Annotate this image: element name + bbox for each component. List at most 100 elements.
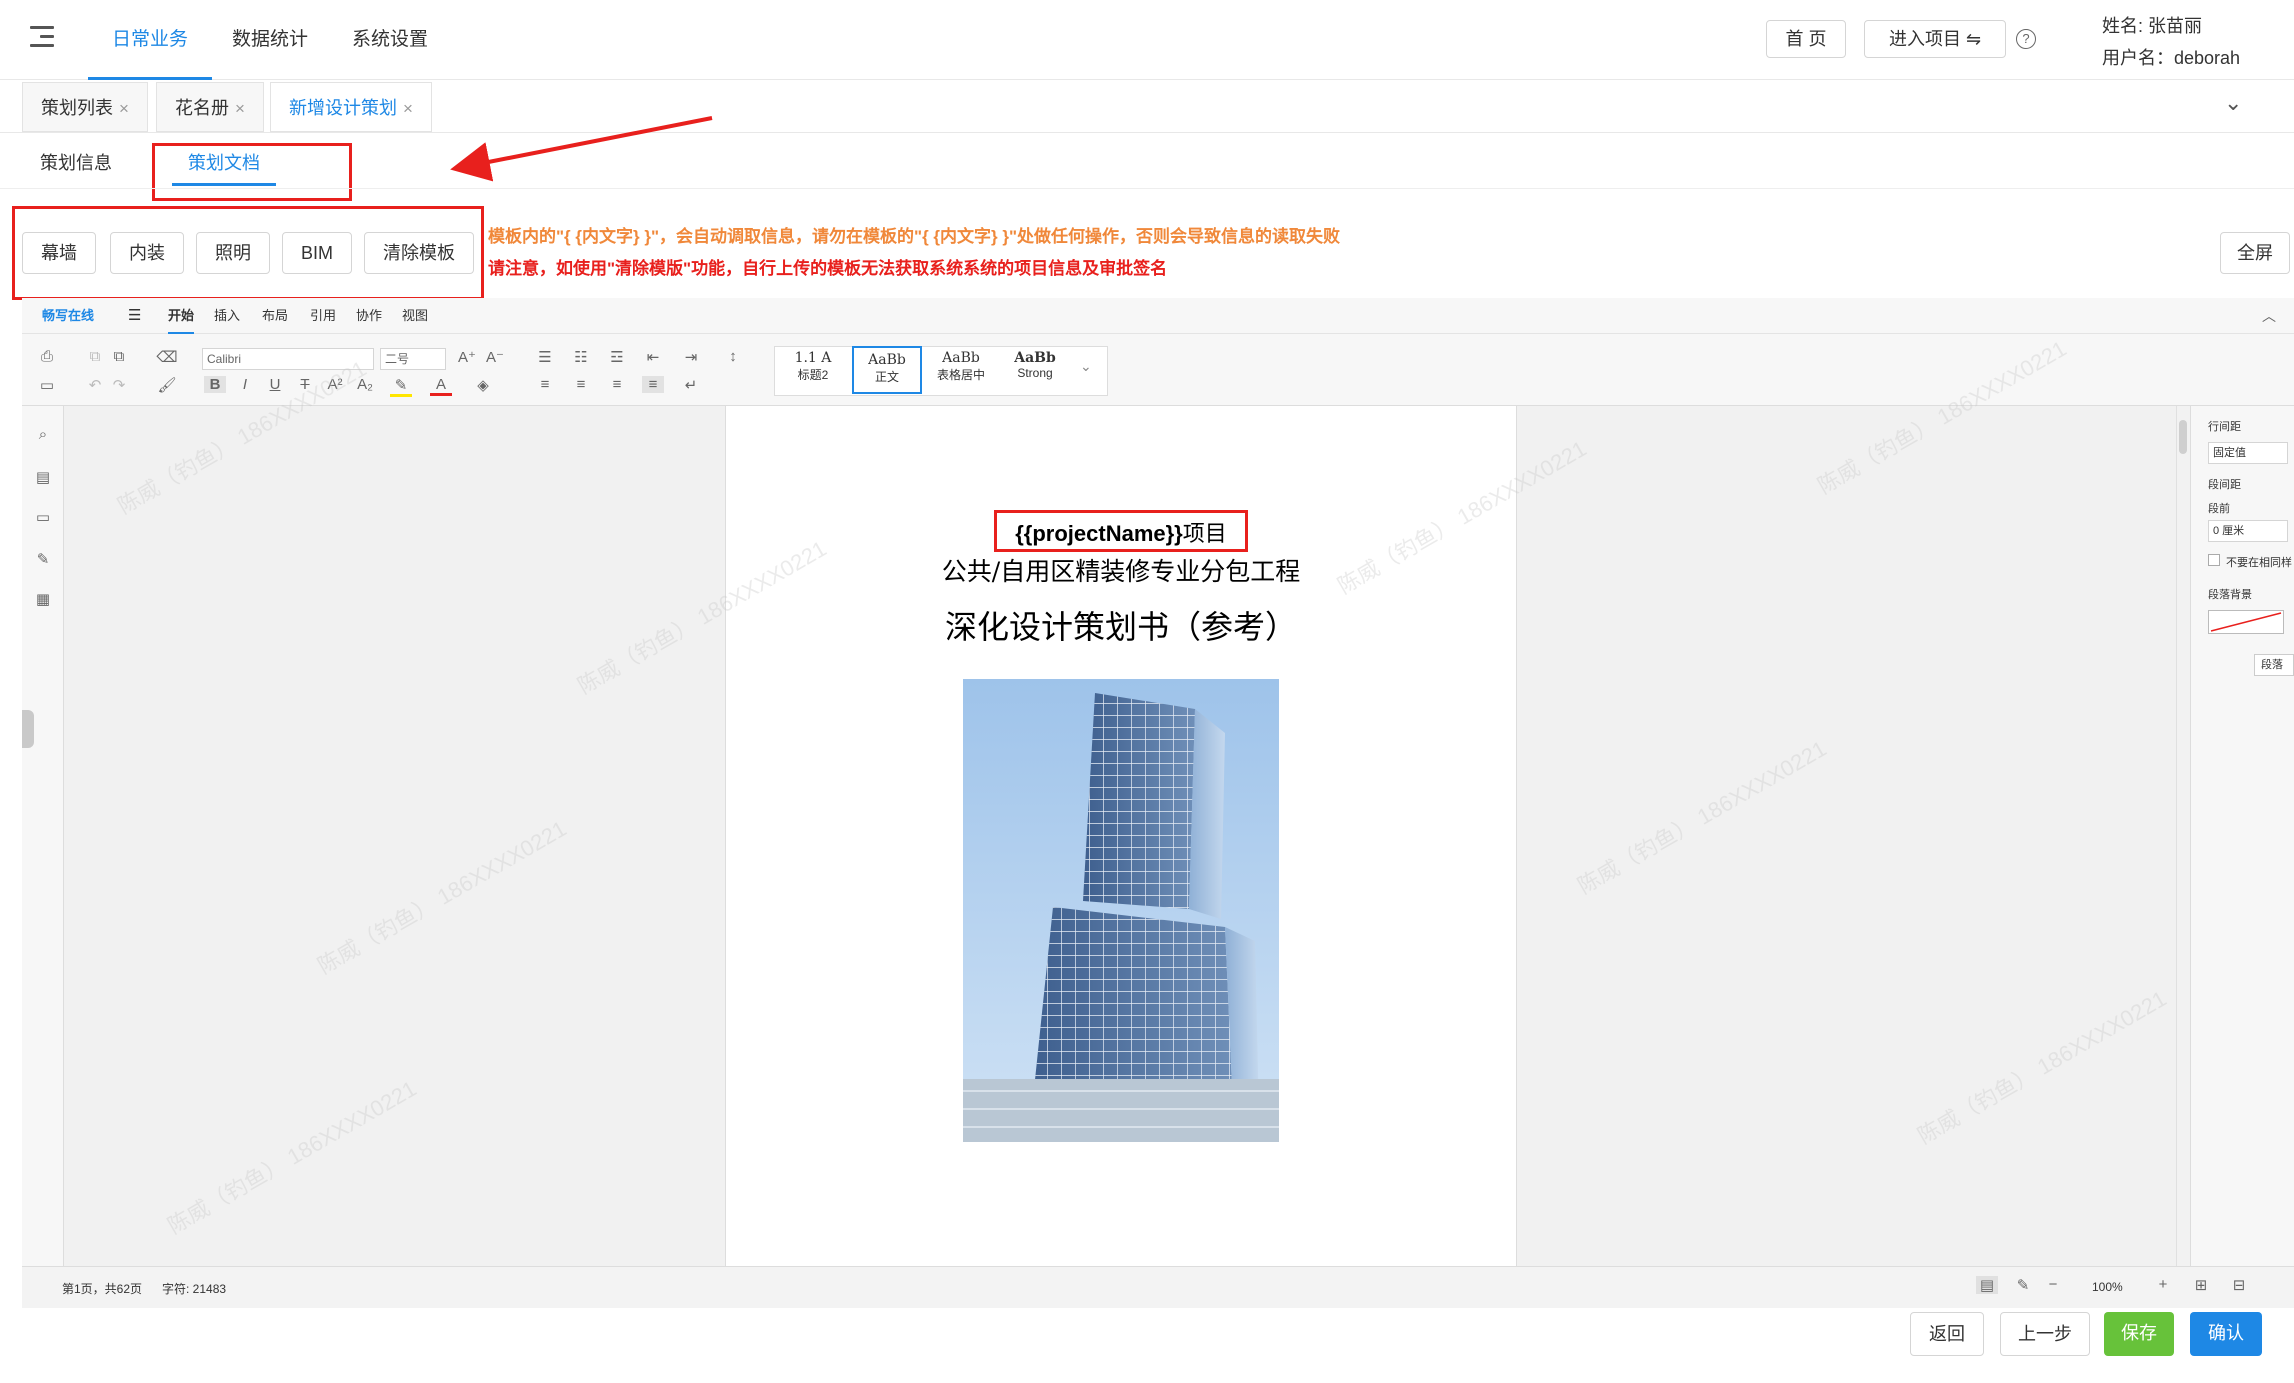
no-space-label: 不要在相同样 — [2226, 557, 2292, 569]
menu-collab[interactable]: 协作 — [356, 298, 382, 334]
number-list-icon[interactable]: ☷ — [570, 348, 592, 366]
outline-icon[interactable]: ▤ — [30, 468, 56, 486]
annotation-box-placeholder — [994, 510, 1248, 552]
bullet-list-icon[interactable]: ☰ — [534, 348, 556, 366]
style-preview: AaBb — [942, 350, 980, 366]
template-bim-button[interactable]: BIM — [282, 232, 353, 274]
save-icon[interactable]: ▭ — [36, 376, 58, 394]
menu-reference[interactable]: 引用 — [310, 298, 336, 334]
template-note-2: 请注意，如使用"清除模版"功能，自行上传的模板无法获取系统系统的项目信息及审批签… — [488, 259, 1168, 278]
style-table-center[interactable]: AaBb 表格居中 — [926, 346, 996, 394]
save-button[interactable]: 保存 — [2104, 1312, 2174, 1356]
font-size-select[interactable]: 二号 — [380, 348, 446, 370]
edit-icon[interactable]: ✎ — [30, 550, 56, 568]
style-preview: 1.1 A — [794, 350, 832, 366]
editor-toolbar — [22, 334, 2294, 406]
para-spacing-label: 段间距 — [2208, 479, 2241, 491]
confirm-button[interactable]: 确认 — [2190, 1312, 2262, 1356]
align-right-icon[interactable]: ≡ — [606, 376, 628, 393]
rail-collapse-handle[interactable] — [22, 710, 34, 748]
style-preview: AaBb — [868, 352, 906, 368]
editor-left-rail — [22, 406, 64, 1266]
style-name: 表格居中 — [936, 368, 985, 382]
collapse-ribbon-icon[interactable]: ︿ — [2262, 306, 2276, 326]
undo-icon[interactable]: ↶ — [84, 376, 106, 394]
no-space-checkbox[interactable] — [2208, 554, 2220, 566]
copy-icon[interactable]: ⧉ — [84, 348, 106, 365]
paragraph-mark-icon[interactable]: ↵ — [680, 376, 702, 394]
shading-label: 段落背景 — [2208, 589, 2252, 601]
style-name: Strong — [1017, 366, 1053, 380]
line-spacing-label: 行间距 — [2208, 421, 2241, 433]
shading-icon[interactable]: ◈ — [472, 376, 494, 394]
menu-insert[interactable]: 插入 — [214, 298, 240, 334]
fullscreen-button[interactable]: 全屏 — [2220, 232, 2290, 274]
align-center-icon[interactable]: ≡ — [570, 376, 592, 393]
line-spacing-icon[interactable]: ↕ — [722, 348, 744, 365]
line-spacing-select[interactable]: 固定值 — [2208, 442, 2288, 464]
style-name: 标题2 — [797, 368, 829, 382]
shading-color-picker[interactable] — [2208, 610, 2284, 634]
font-shrink-icon[interactable]: A⁻ — [484, 348, 506, 366]
font-color-icon[interactable]: A — [430, 376, 452, 396]
superscript-icon[interactable]: A² — [324, 376, 346, 393]
style-name: 正文 — [874, 370, 899, 384]
scrollbar-thumb[interactable] — [2179, 420, 2187, 454]
indent-icon[interactable]: ⇥ — [680, 348, 702, 366]
align-justify-icon[interactable]: ≡ — [642, 376, 664, 393]
search-icon[interactable]: ⌕ — [30, 426, 56, 443]
multilevel-list-icon[interactable]: ☲ — [606, 348, 628, 366]
style-heading2[interactable]: 1.1 A 标题2 — [778, 346, 848, 394]
fit-width-icon[interactable]: ⊟ — [2228, 1276, 2250, 1294]
style-preview: AaBb — [1014, 350, 1056, 366]
zoom-in-icon[interactable]: + — [2152, 1276, 2174, 1293]
font-family-select[interactable]: Calibri — [202, 348, 374, 370]
prev-step-button[interactable]: 上一步 — [2000, 1312, 2090, 1356]
editor-brand: 畅写在线 — [42, 308, 95, 323]
building-image — [963, 679, 1279, 1142]
fit-page-icon[interactable]: ⊞ — [2190, 1276, 2212, 1294]
template-interior-button[interactable]: 内装 — [110, 232, 184, 274]
font-grow-icon[interactable]: A⁺ — [456, 348, 478, 366]
word-count: 字符: 21483 — [162, 1282, 227, 1296]
menu-home[interactable]: 开始 — [168, 298, 195, 334]
format-painter-icon[interactable]: 🖌 — [156, 376, 178, 394]
page-count: 第1页，共62页 — [62, 1282, 143, 1296]
eraser-icon[interactable]: ⌫ — [156, 348, 178, 366]
style-normal[interactable]: AaBb 正文 — [852, 346, 922, 394]
menu-layout[interactable]: 布局 — [262, 298, 288, 334]
before-spacing-input[interactable]: 0 厘米 — [2208, 520, 2288, 542]
editor-scrollbar[interactable] — [2176, 406, 2190, 1266]
zoom-out-icon[interactable]: − — [2042, 1276, 2064, 1293]
print-icon[interactable]: ⎙ — [36, 348, 58, 365]
before-label: 段前 — [2208, 503, 2230, 515]
underline-icon[interactable]: U — [264, 376, 286, 393]
style-gallery-expand-icon[interactable]: ⌄ — [1080, 358, 1092, 375]
bold-icon[interactable]: B — [204, 376, 226, 393]
editor-menu-icon[interactable]: ☰ — [128, 298, 141, 334]
highlight-icon[interactable]: ✎ — [390, 376, 412, 397]
template-curtain-wall-button[interactable]: 幕墙 — [22, 232, 96, 274]
style-strong[interactable]: AaBb Strong — [1000, 346, 1070, 394]
outdent-icon[interactable]: ⇤ — [642, 348, 664, 366]
back-button[interactable]: 返回 — [1910, 1312, 1984, 1356]
menu-view[interactable]: 视图 — [402, 298, 428, 334]
zoom-level: 100% — [2092, 1280, 2123, 1294]
clear-template-button[interactable]: 清除模板 — [364, 232, 474, 274]
redo-icon[interactable]: ↷ — [108, 376, 130, 394]
doc-title[interactable]: 深化设计策划书（参考） — [725, 602, 1517, 648]
print-layout-icon[interactable]: ▤ — [1976, 1276, 1998, 1294]
review-icon[interactable]: ▦ — [30, 590, 56, 608]
doc-subtitle[interactable]: 公共/自用区精装修专业分包工程 — [725, 552, 1517, 588]
paragraph-settings-button[interactable]: 段落 — [2254, 654, 2294, 676]
subscript-icon[interactable]: A₂ — [354, 376, 376, 393]
paste-icon[interactable]: ⧉ — [108, 348, 130, 365]
align-left-icon[interactable]: ≡ — [534, 376, 556, 393]
comment-icon[interactable]: ▭ — [30, 508, 56, 526]
editor-statusbar — [22, 1266, 2294, 1308]
italic-icon[interactable]: I — [234, 376, 256, 393]
template-lighting-button[interactable]: 照明 — [196, 232, 270, 274]
edit-mode-icon[interactable]: ✎ — [2012, 1276, 2034, 1294]
strikethrough-icon[interactable]: T — [294, 376, 316, 393]
template-note-1: 模板内的"{ {内文字} }"，会自动调取信息，请勿在模板的"{ {内文字} }… — [488, 227, 1341, 246]
